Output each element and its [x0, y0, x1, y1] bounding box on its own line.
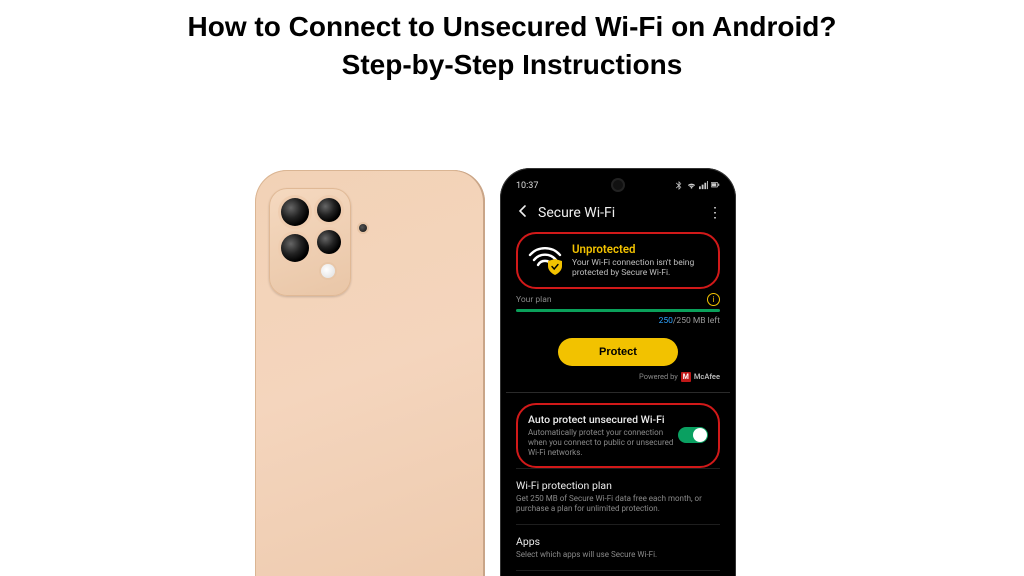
front-camera-notch-icon	[613, 180, 623, 190]
unprotected-title: Unprotected	[572, 242, 708, 256]
camera-mic-icon	[359, 224, 367, 232]
unprotected-subtitle: Your Wi-Fi connection isn't being protec…	[572, 258, 708, 279]
battery-icon	[711, 181, 720, 190]
apps-row[interactable]: Apps Select which apps will use Secure W…	[516, 524, 720, 570]
phone-brand-label: SAMSUNG	[255, 573, 485, 576]
row-subtitle: Select which apps will use Secure Wi-Fi.	[516, 550, 720, 560]
title-line-1: How to Connect to Unsecured Wi-Fi on And…	[188, 11, 837, 42]
info-icon[interactable]: i	[707, 293, 720, 306]
unprotected-status-card: Unprotected Your Wi-Fi connection isn't …	[516, 232, 720, 289]
row-title: Wi-Fi protection plan	[516, 479, 720, 492]
plan-usage-text: 250/250 MB left	[516, 316, 720, 326]
wifi-protection-plan-row[interactable]: Wi-Fi protection plan Get 250 MB of Secu…	[516, 468, 720, 524]
phone-front-mockup: 10:37	[500, 168, 736, 576]
history-row[interactable]: History Check your Secure Wi-Fi connecti…	[516, 570, 720, 576]
camera-lens-icon	[281, 198, 309, 226]
bluetooth-icon	[675, 181, 684, 190]
article-title: How to Connect to Unsecured Wi-Fi on And…	[0, 0, 1024, 84]
camera-module	[269, 188, 351, 296]
camera-flash-icon	[321, 264, 335, 278]
app-title: Secure Wi-Fi	[538, 205, 615, 221]
protect-button[interactable]: Protect	[558, 338, 678, 366]
title-line-2: Step-by-Step Instructions	[342, 49, 683, 80]
row-title: Apps	[516, 535, 720, 548]
auto-protect-title: Auto protect unsecured Wi-Fi	[528, 413, 708, 426]
plan-usage-bar	[516, 309, 720, 312]
row-subtitle: Get 250 MB of Secure Wi-Fi data free eac…	[516, 494, 720, 514]
powered-by-label: Powered by M McAfee	[516, 372, 720, 382]
camera-lens-icon	[317, 198, 341, 222]
status-time: 10:37	[516, 181, 538, 191]
back-icon[interactable]	[514, 203, 532, 222]
signal-icon	[699, 181, 708, 190]
plan-label: Your plan	[516, 295, 552, 305]
phone-back-mockup: SAMSUNG	[255, 170, 485, 576]
wifi-shield-icon	[528, 247, 562, 273]
more-options-icon[interactable]: ⋮	[708, 210, 722, 216]
auto-protect-row[interactable]: Auto protect unsecured Wi-Fi Automatical…	[516, 403, 720, 468]
auto-protect-toggle[interactable]	[678, 427, 708, 443]
camera-lens-icon	[317, 230, 341, 254]
camera-lens-icon	[281, 234, 309, 262]
wifi-icon	[687, 181, 696, 190]
divider	[506, 392, 730, 393]
mcafee-logo-icon: M	[681, 372, 691, 382]
auto-protect-subtitle: Automatically protect your connection wh…	[528, 428, 678, 458]
